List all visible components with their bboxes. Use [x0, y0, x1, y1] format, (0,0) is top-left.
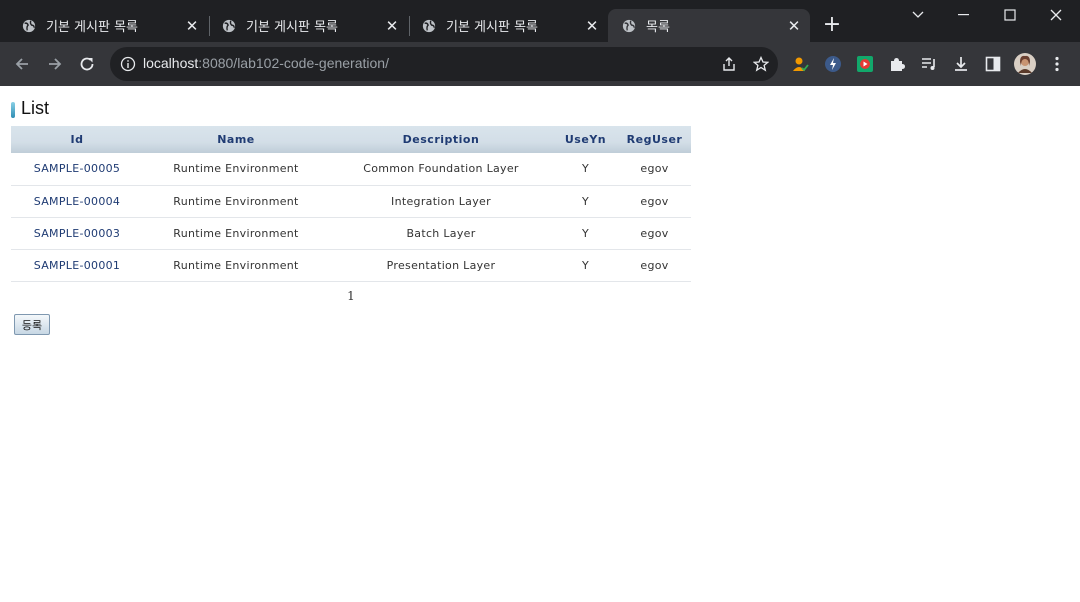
page-header: List — [11, 98, 49, 119]
cell-useyn: Y — [553, 249, 618, 282]
page-viewport: List Id Name Description UseYn RegUser S… — [1, 86, 1079, 601]
window-close-icon[interactable] — [1033, 0, 1079, 30]
table-row[interactable]: SAMPLE-00005 Runtime Environment Common … — [11, 153, 691, 186]
share-icon[interactable] — [720, 55, 738, 73]
extensions-puzzle-icon[interactable] — [886, 53, 908, 75]
tab-title: 기본 게시판 목록 — [446, 20, 538, 35]
pagination-page-1[interactable]: 1 — [347, 289, 355, 303]
cell-id: SAMPLE-00003 — [11, 217, 143, 250]
column-header-id[interactable]: Id — [11, 126, 143, 153]
cell-useyn: Y — [553, 185, 618, 218]
cell-name: Runtime Environment — [143, 217, 329, 250]
tab-title: 기본 게시판 목록 — [246, 20, 338, 35]
list-table: Id Name Description UseYn RegUser SAMPLE… — [11, 126, 691, 282]
column-header-name[interactable]: Name — [143, 126, 329, 153]
cell-description: Common Foundation Layer — [329, 153, 553, 186]
extension-video-icon[interactable] — [854, 53, 876, 75]
media-queue-icon[interactable] — [918, 53, 940, 75]
column-header-useyn[interactable]: UseYn — [553, 126, 618, 153]
new-tab-plus-icon[interactable]: + — [820, 14, 844, 38]
reload-icon[interactable] — [73, 50, 101, 78]
side-panel-icon[interactable] — [982, 53, 1004, 75]
cell-description: Batch Layer — [329, 217, 553, 250]
extension-bolt-icon[interactable] — [822, 53, 844, 75]
address-bar[interactable]: localhost:8080/lab102-code-generation/ — [110, 47, 778, 81]
maximize-icon[interactable] — [987, 0, 1033, 30]
url-path: :8080/lab102-code-generation/ — [198, 55, 389, 71]
bookmark-star-icon[interactable] — [752, 55, 770, 73]
cell-reguser: egov — [618, 217, 691, 250]
cell-id: SAMPLE-00005 — [11, 153, 143, 186]
tab-close-icon[interactable]: ✕ — [382, 16, 402, 36]
back-arrow-icon[interactable] — [8, 50, 36, 78]
forward-arrow-icon[interactable] — [41, 50, 69, 78]
column-header-reguser[interactable]: RegUser — [618, 126, 691, 153]
tab-close-icon[interactable]: ✕ — [582, 16, 602, 36]
cell-description: Integration Layer — [329, 185, 553, 218]
url-host: localhost — [143, 55, 199, 71]
table-row[interactable]: SAMPLE-00001 Runtime Environment Present… — [11, 249, 691, 282]
globe-icon — [622, 19, 636, 32]
globe-icon — [222, 19, 236, 32]
tab-3[interactable]: 기본 게시판 목록 ✕ — [400, 9, 608, 42]
table-header-row: Id Name Description UseYn RegUser — [11, 126, 691, 153]
tab-search-chevron-icon[interactable] — [895, 0, 941, 30]
tab-close-icon[interactable]: ✕ — [784, 16, 804, 36]
tab-4-active[interactable]: 목록 ✕ — [608, 9, 810, 42]
site-info-icon[interactable] — [120, 56, 136, 72]
pagination: 1 — [1, 289, 701, 303]
id-link[interactable]: SAMPLE-00005 — [34, 162, 120, 175]
browser-toolbar: localhost:8080/lab102-code-generation/ — [0, 42, 1080, 86]
cell-name: Runtime Environment — [143, 185, 329, 218]
table-row[interactable]: SAMPLE-00004 Runtime Environment Integra… — [11, 185, 691, 218]
minimize-icon[interactable] — [941, 0, 987, 30]
table-row[interactable]: SAMPLE-00003 Runtime Environment Batch L… — [11, 217, 691, 250]
cell-name: Runtime Environment — [143, 153, 329, 186]
profile-avatar[interactable] — [1014, 53, 1036, 75]
tab-title: 목록 — [646, 20, 670, 35]
id-link[interactable]: SAMPLE-00004 — [34, 195, 120, 208]
download-icon[interactable] — [950, 53, 972, 75]
tab-1[interactable]: 기본 게시판 목록 ✕ — [0, 9, 208, 42]
browser-menu-icon[interactable] — [1046, 53, 1068, 75]
extension-person-icon[interactable] — [789, 53, 811, 75]
cell-description: Presentation Layer — [329, 249, 553, 282]
tab-2[interactable]: 기본 게시판 목록 ✕ — [200, 9, 408, 42]
globe-icon — [422, 19, 436, 32]
cell-id: SAMPLE-00004 — [11, 185, 143, 218]
page-title: List — [21, 98, 50, 118]
cell-reguser: egov — [618, 185, 691, 218]
cell-name: Runtime Environment — [143, 249, 329, 282]
cell-useyn: Y — [553, 153, 618, 186]
url-text[interactable]: localhost:8080/lab102-code-generation/ — [143, 55, 389, 71]
globe-icon — [22, 19, 36, 32]
tab-title: 기본 게시판 목록 — [46, 20, 138, 35]
title-bullet-icon — [11, 101, 15, 118]
register-button[interactable]: 등록 — [14, 314, 50, 335]
cell-reguser: egov — [618, 153, 691, 186]
cell-useyn: Y — [553, 217, 618, 250]
tab-close-icon[interactable]: ✕ — [182, 16, 202, 36]
column-header-description[interactable]: Description — [329, 126, 553, 153]
cell-id: SAMPLE-00001 — [11, 249, 143, 282]
id-link[interactable]: SAMPLE-00001 — [34, 259, 120, 272]
id-link[interactable]: SAMPLE-00003 — [34, 227, 120, 240]
tab-strip: 기본 게시판 목록 ✕ 기본 게시판 목록 ✕ 기본 게시판 목록 ✕ 목록 ✕… — [0, 0, 1080, 42]
cell-reguser: egov — [618, 249, 691, 282]
